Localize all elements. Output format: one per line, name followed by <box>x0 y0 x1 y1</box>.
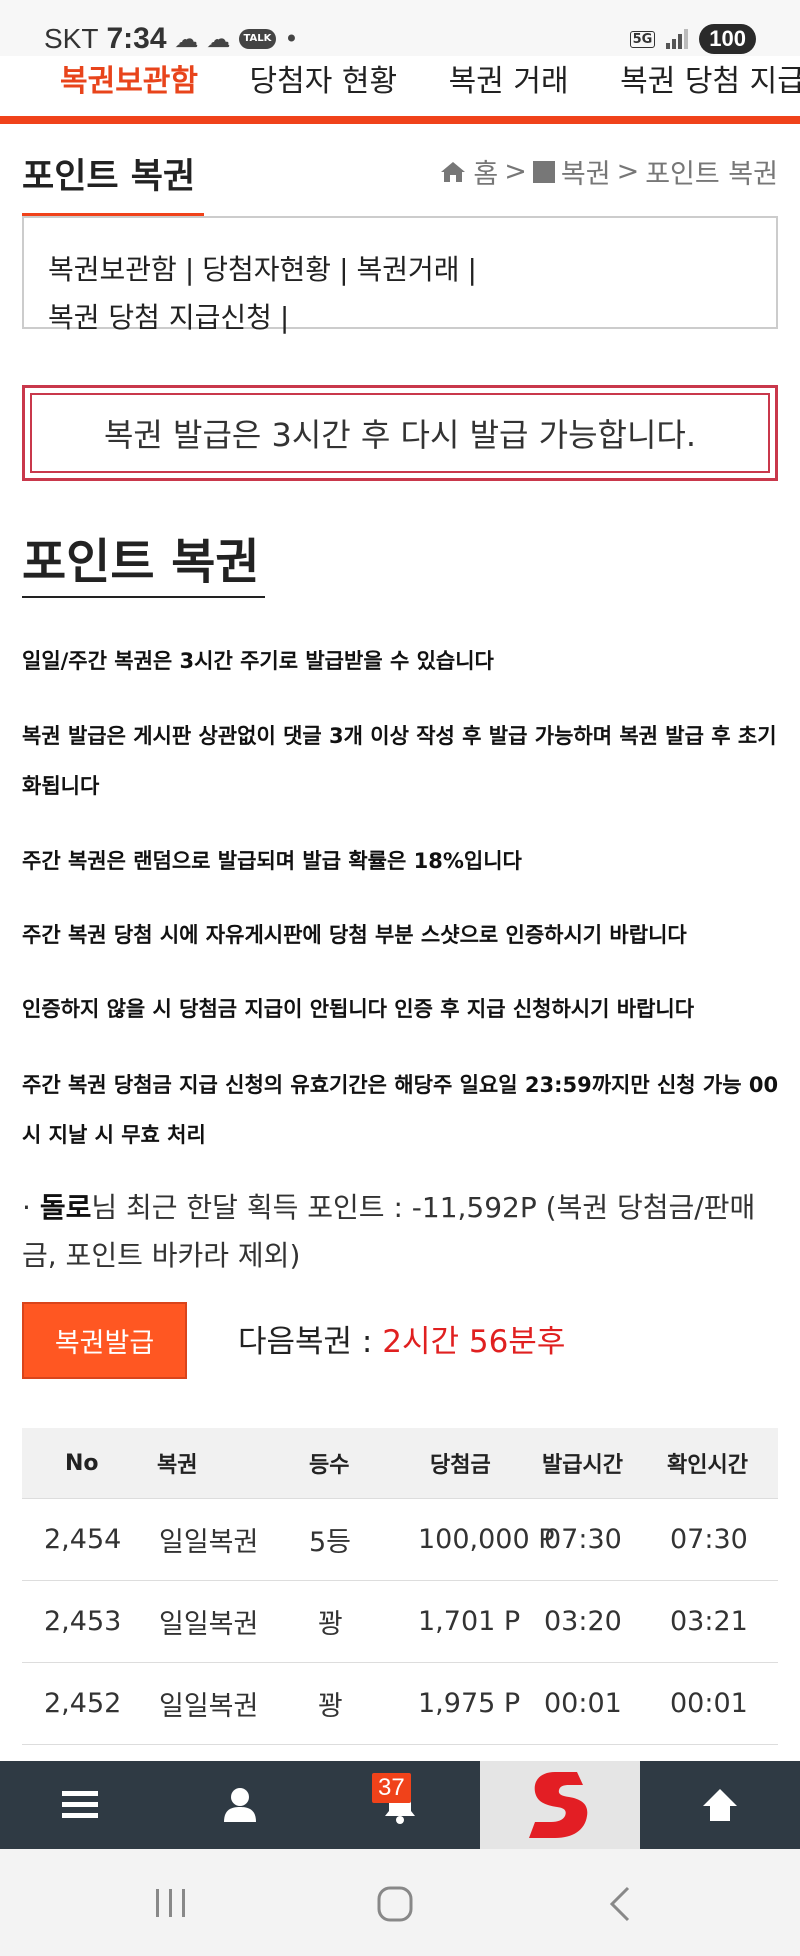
col-header-lottery: 복권 <box>157 1453 198 1478</box>
cell-no: 2,452 <box>44 1688 122 1719</box>
site-logo[interactable] <box>480 1761 640 1849</box>
home-nav-icon[interactable] <box>376 1885 414 1923</box>
sub-menu-storage[interactable]: 복권보관함 <box>48 253 177 286</box>
cell-rank: 5등 <box>309 1527 352 1558</box>
table-row[interactable]: 2,453 일일복권 꽝 1,701 P 03:20 03:21 <box>22 1581 778 1663</box>
points-text: 님 최근 한달 획득 포인트 : -11,592P (복권 당첨금/판매금, 포… <box>22 1191 756 1272</box>
next-lottery: 다음복권 : 2시간 56분후 <box>238 1316 565 1361</box>
breadcrumb-separator: > <box>616 156 640 187</box>
cell-lottery: 일일복권 <box>159 1691 259 1722</box>
top-nav-item-payout[interactable]: 복권 당첨 지급 <box>620 56 800 100</box>
cloud-icon: ☁ <box>206 25 231 53</box>
network-icon: 5G <box>629 30 656 48</box>
top-nav: 복권보관함 당첨자 현황 복권 거래 복권 당첨 지급 <box>0 56 800 116</box>
rule-text: 주간 복권 당첨 시에 자유게시판에 당첨 부분 스샷으로 인증하시기 바랍니다 <box>22 923 687 947</box>
sub-menu-separator: | <box>339 253 349 286</box>
notice-text: 복권 발급은 3시간 후 다시 발급 가능합니다. <box>30 393 770 473</box>
page-title: 포인트 복권 <box>22 157 196 197</box>
square-icon <box>532 160 555 183</box>
sub-menu-payout[interactable]: 복권 당첨 지급신청 <box>48 301 272 334</box>
cell-lottery: 일일복권 <box>159 1527 259 1558</box>
top-nav-item-storage[interactable]: 복권보관함 <box>60 56 198 100</box>
battery-icon: 100 <box>699 24 756 54</box>
breadcrumb-section[interactable]: 복권 <box>561 152 611 191</box>
cell-rank: 꽝 <box>318 1691 343 1722</box>
status-right: 5G 100 <box>629 24 756 54</box>
android-nav-bar <box>0 1849 800 1956</box>
rule-text: 일일/주간 복권은 3시간 주기로 발급받을 수 있습니다 <box>22 649 494 673</box>
cell-lottery: 일일복권 <box>159 1609 259 1640</box>
cell-no: 2,453 <box>44 1606 122 1637</box>
col-header-no: No <box>65 1450 99 1476</box>
top-nav-item-winners[interactable]: 당첨자 현황 <box>250 56 398 100</box>
cell-issued: 03:20 <box>544 1606 622 1637</box>
sub-menu-separator: | <box>279 301 290 334</box>
username: 돌로 <box>39 1191 92 1224</box>
cell-no: 2,454 <box>44 1524 122 1555</box>
dot-icon: • <box>284 25 299 53</box>
points-bullet: · <box>22 1191 31 1224</box>
breadcrumb-current: 포인트 복권 <box>645 159 778 190</box>
breadcrumb: 홈 > 복권 > 포인트 복권 <box>439 152 778 191</box>
status-left: SKT 7:34 ☁ ☁ TALK • <box>44 22 299 56</box>
cell-prize: 100,000 P <box>418 1524 555 1555</box>
top-nav-divider <box>0 116 800 124</box>
cell-rank: 꽝 <box>318 1609 343 1640</box>
profile-button[interactable] <box>160 1761 320 1849</box>
section-title-underline <box>22 596 265 598</box>
col-header-prize: 당첨금 <box>430 1453 491 1478</box>
bottom-toolbar: 37 <box>0 1761 800 1849</box>
breadcrumb-separator: > <box>504 156 527 187</box>
carrier-label: SKT <box>44 23 99 54</box>
sub-menu-separator: | <box>467 253 477 286</box>
rule-text: 주간 복권은 랜덤으로 발급되며 발급 확률은 18%입니다 <box>22 849 522 873</box>
talk-icon: TALK <box>238 29 277 49</box>
table-row[interactable]: 2,452 일일복권 꽝 1,975 P 00:01 00:01 <box>22 1663 778 1745</box>
col-header-rank: 등수 <box>309 1453 350 1478</box>
scroll-top-button[interactable] <box>640 1761 800 1849</box>
logo-s-icon <box>529 1772 588 1838</box>
arrow-up-icon <box>703 1789 737 1821</box>
monthly-points: · 돌로님 최근 한달 획득 포인트 : -11,592P (복권 당첨금/판매… <box>22 1184 782 1280</box>
menu-icon <box>62 1791 98 1818</box>
home-icon <box>441 161 466 182</box>
recent-apps-icon[interactable] <box>152 1887 190 1919</box>
sub-menu-separator: | <box>184 253 195 286</box>
table-header: No 복권 등수 당첨금 발급시간 확인시간 <box>22 1428 778 1499</box>
breadcrumb-home[interactable]: 홈 <box>473 152 498 191</box>
sub-menu-winners[interactable]: 당첨자현황 <box>202 253 331 286</box>
notice-box: 복권 발급은 3시간 후 다시 발급 가능합니다. <box>22 385 778 481</box>
cell-checked: 07:30 <box>670 1524 748 1555</box>
cell-prize: 1,975 P <box>418 1688 521 1719</box>
issue-lottery-button[interactable]: 복권발급 <box>22 1302 187 1379</box>
col-header-checked: 확인시간 <box>667 1453 748 1478</box>
weather-icon: ☁ <box>174 25 199 53</box>
next-lottery-label: 다음복권 : <box>238 1324 383 1360</box>
rule-text: 복권 발급은 게시판 상관없이 댓글 3개 이상 작성 후 발급 가능하며 복권… <box>22 724 777 798</box>
col-header-issued: 발급시간 <box>542 1453 623 1478</box>
notification-count-badge: 37 <box>372 1773 411 1803</box>
sub-menu: 복권보관함 | 당첨자현황 | 복권거래 | 복권 당첨 지급신청 | <box>22 216 778 334</box>
cell-issued: 07:30 <box>544 1524 622 1555</box>
section-title: 포인트 복권 <box>22 534 260 590</box>
signal-icon <box>666 29 689 49</box>
sub-menu-trade[interactable]: 복권거래 <box>357 253 460 286</box>
clock: 7:34 <box>106 22 167 55</box>
back-icon[interactable] <box>606 1885 634 1923</box>
menu-button[interactable] <box>0 1761 160 1849</box>
user-icon <box>224 1788 256 1822</box>
rule-text: 주간 복권 당첨금 지급 신청의 유효기간은 해당주 일요일 23:59까지만 … <box>22 1073 779 1147</box>
cell-issued: 00:01 <box>544 1688 622 1719</box>
cell-checked: 00:01 <box>670 1688 748 1719</box>
cell-prize: 1,701 P <box>418 1606 521 1637</box>
cell-checked: 03:21 <box>670 1606 748 1637</box>
rule-text: 인증하지 않을 시 당첨금 지급이 안됩니다 인증 후 지급 신청하시기 바랍니… <box>22 997 695 1021</box>
top-nav-item-trade[interactable]: 복권 거래 <box>449 56 569 100</box>
next-lottery-time: 2시간 56분후 <box>382 1324 566 1360</box>
table-row[interactable]: 2,454 일일복권 5등 100,000 P 07:30 07:30 <box>22 1499 778 1581</box>
